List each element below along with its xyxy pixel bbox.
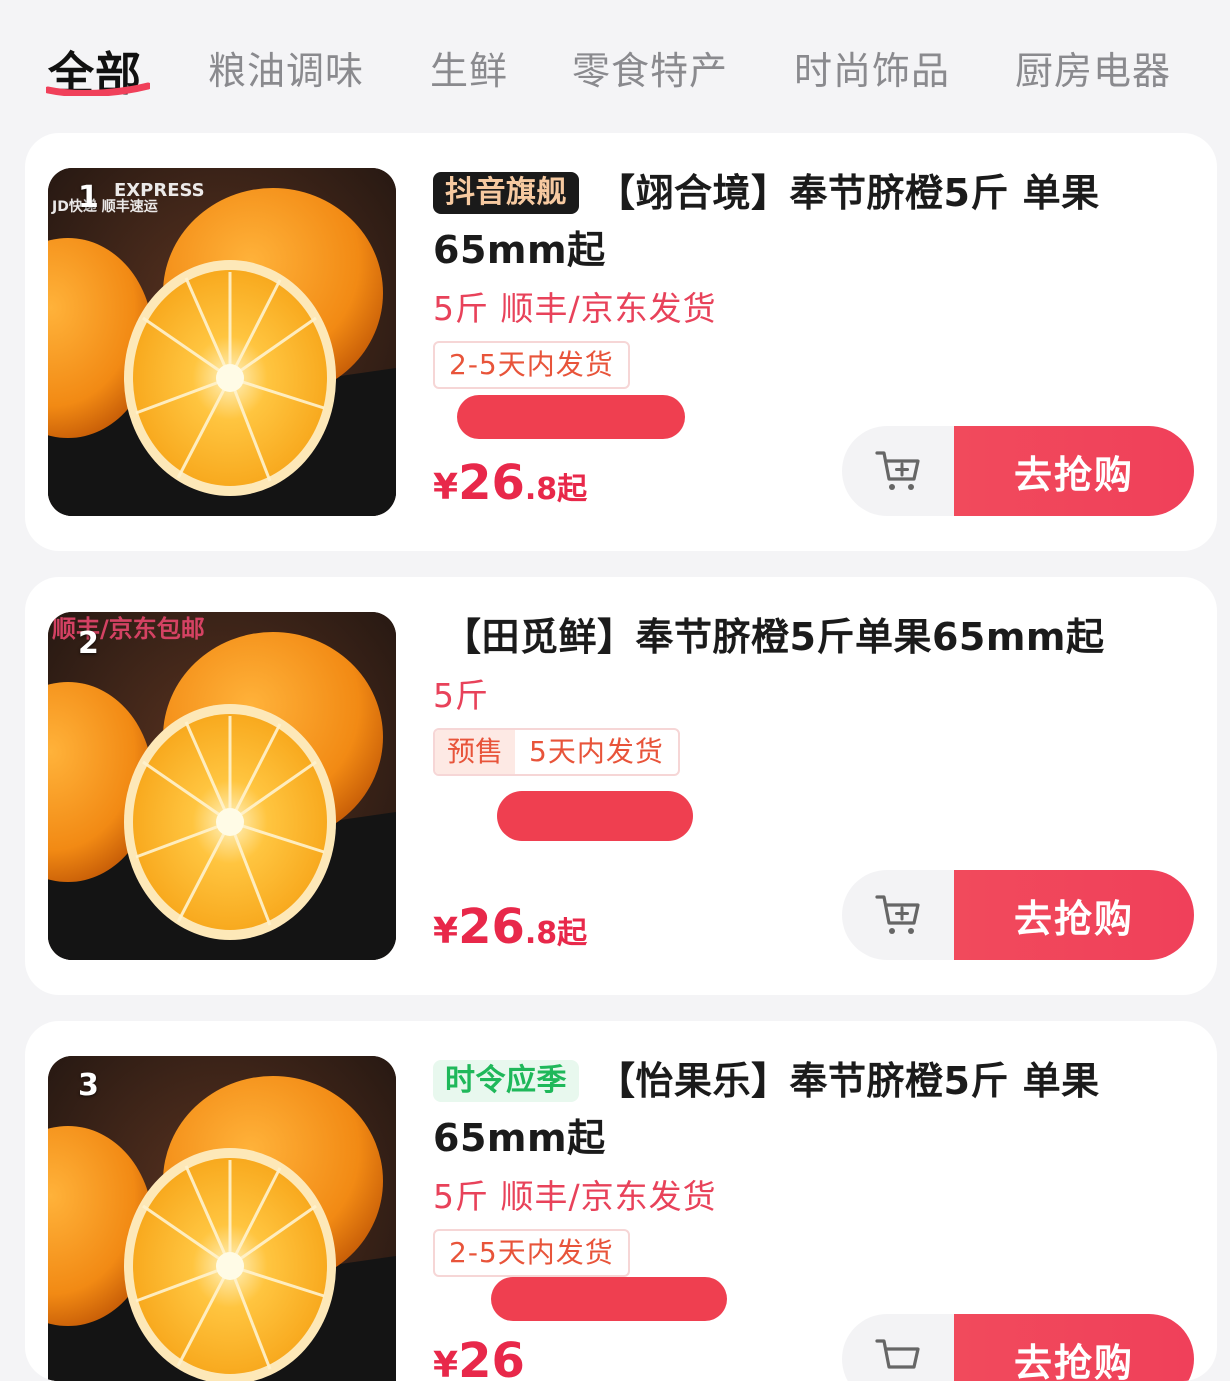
shipping-tag: 预售 5天内发货 — [433, 728, 680, 776]
shipping-tag: 2-5天内发货 — [433, 341, 630, 389]
orange-photo — [48, 612, 396, 960]
product-spec: 5斤 顺丰/京东发货 — [433, 289, 717, 328]
product-image[interactable]: 3 — [48, 1056, 396, 1381]
store-badge: 抖音旗舰 — [433, 172, 579, 214]
shipping-text: 2-5天内发货 — [449, 1236, 614, 1269]
add-to-cart-icon — [875, 895, 920, 934]
product-card[interactable]: EXPRESS JD快递 顺丰速运 1 抖音旗舰 【翊合境】奉节脐橙5斤 单果65… — [25, 133, 1217, 551]
buy-now-button[interactable]: 去抢购 — [954, 426, 1194, 516]
shipping-text: 2-5天内发货 — [449, 348, 614, 381]
thumb-logo-subtext: JD快递 顺丰速运 — [52, 199, 158, 215]
thumb-promo-text: 顺丰/京东包邮 — [52, 615, 205, 643]
price-decimal: .8 — [524, 472, 558, 507]
action-buttons: 去抢购 — [842, 426, 1194, 516]
presale-label: 预售 — [435, 730, 516, 774]
add-to-cart-button[interactable] — [842, 870, 954, 960]
price: ¥26 — [433, 1333, 525, 1381]
product-image[interactable]: EXPRESS JD快递 顺丰速运 1 — [48, 168, 396, 516]
rank-number: 2 — [78, 626, 99, 661]
product-card[interactable]: 3 时令应季 【怡果乐】奉节脐橙5斤 单果65mm起 5斤 顺丰/京东发货 2-5… — [25, 1021, 1217, 1381]
rank-number: 3 — [78, 1068, 99, 1103]
season-badge: 时令应季 — [433, 1060, 579, 1102]
price-currency: ¥ — [433, 911, 459, 952]
tab-fashion-accessories[interactable]: 时尚饰品 — [794, 40, 950, 95]
buy-now-button[interactable]: 去抢购 — [954, 1314, 1194, 1381]
add-to-cart-button[interactable] — [842, 1314, 954, 1381]
tab-kitchen-appliances[interactable]: 厨房电器 — [1015, 40, 1171, 95]
buy-now-button[interactable]: 去抢购 — [954, 870, 1194, 960]
price: ¥26.8起 — [433, 899, 587, 955]
orange-photo — [48, 168, 396, 516]
price-integer: 26 — [458, 455, 525, 511]
product-image[interactable]: 顺丰/京东包邮 2 — [48, 612, 396, 960]
price-currency: ¥ — [433, 1345, 459, 1381]
action-buttons: 去抢购 — [842, 870, 1194, 960]
product-info: 抖音旗舰 【翊合境】奉节脐橙5斤 单果65mm起 5斤 顺丰/京东发货 2-5天内… — [433, 165, 1193, 389]
add-to-cart-icon — [875, 451, 920, 490]
product-title[interactable]: 抖音旗舰 【翊合境】奉节脐橙5斤 单果65mm起 — [433, 165, 1193, 279]
price-suffix: 起 — [557, 472, 588, 507]
product-title[interactable]: 【田觅鲜】奉节脐橙5斤单果65mm起 — [433, 609, 1193, 666]
product-info: 【田觅鲜】奉节脐橙5斤单果65mm起 5斤 预售 5天内发货 — [433, 609, 1193, 776]
price-decimal: .8 — [524, 916, 558, 951]
price-integer: 26 — [458, 899, 525, 955]
price-suffix: 起 — [557, 916, 588, 951]
price: ¥26.8起 — [433, 455, 587, 511]
product-spec: 5斤 — [433, 676, 489, 715]
category-tabs: 全部 粮油调味 生鲜 零食特产 时尚饰品 厨房电器 — [0, 0, 1230, 128]
tab-grain-oil[interactable]: 粮油调味 — [208, 40, 364, 95]
redaction-mark — [497, 791, 693, 841]
redaction-mark — [457, 395, 685, 439]
orange-photo — [48, 1056, 396, 1381]
add-to-cart-button[interactable] — [842, 426, 954, 516]
shipping-tag: 2-5天内发货 — [433, 1229, 630, 1277]
product-title[interactable]: 时令应季 【怡果乐】奉节脐橙5斤 单果65mm起 — [433, 1053, 1193, 1167]
redaction-mark — [491, 1277, 727, 1321]
product-info: 时令应季 【怡果乐】奉节脐橙5斤 单果65mm起 5斤 顺丰/京东发货 2-5天内… — [433, 1053, 1193, 1277]
active-tab-underline — [46, 82, 150, 96]
action-buttons: 去抢购 — [842, 1314, 1194, 1381]
tab-fresh[interactable]: 生鲜 — [430, 40, 508, 95]
add-to-cart-icon — [875, 1339, 920, 1369]
shipping-text: 5天内发货 — [529, 735, 664, 768]
tab-snacks[interactable]: 零食特产 — [572, 40, 728, 95]
rank-number: 1 — [78, 180, 99, 215]
price-integer: 26 — [458, 1333, 525, 1381]
price-currency: ¥ — [433, 467, 459, 508]
product-card[interactable]: 顺丰/京东包邮 2 【田觅鲜】奉节脐橙5斤单果65mm起 5斤 预售 5天内发货… — [25, 577, 1217, 995]
product-spec: 5斤 顺丰/京东发货 — [433, 1177, 717, 1216]
